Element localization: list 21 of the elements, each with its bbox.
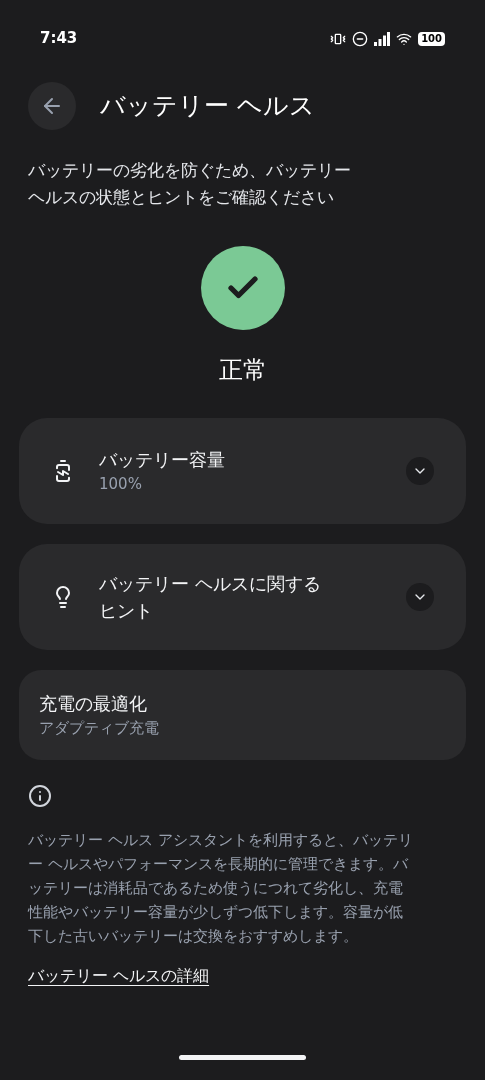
signal-icon	[374, 31, 391, 46]
do-not-disturb-icon	[352, 30, 369, 47]
back-button[interactable]	[28, 82, 76, 130]
card-title: 充電の最適化	[39, 692, 148, 717]
card-title: バッテリー容量	[99, 448, 226, 473]
page-title: バッテリー ヘルス	[100, 90, 315, 123]
card-subtitle: アダプティブ充電	[39, 718, 160, 740]
card-subtitle: 100%	[99, 474, 143, 496]
card-title: バッテリー ヘルスに関するヒント	[99, 572, 322, 623]
expand-button[interactable]	[406, 583, 434, 611]
status-time: 7:43	[40, 28, 78, 50]
details-link[interactable]: バッテリー ヘルスの詳細	[28, 964, 210, 988]
description: バッテリーの劣化を防ぐため、バッテリーヘルスの状態とヒントをご確認ください	[28, 159, 352, 209]
settings-card[interactable]: 充電の最適化 アダプティブ充電	[19, 670, 466, 760]
status-label: 正常	[218, 355, 267, 386]
expandable-card[interactable]: バッテリー容量 100%	[19, 418, 466, 524]
info-text: バッテリー ヘルス アシスタントを利用すると、バッテリー ヘルスやパフォーマンスを長期的に管理できます。バッテリーは消耗品であるため使うにつれて劣化し、充電性能やバッテリー容量が少しずつ低下します。容量が低下した古いバッテリーは交換をおすすめします。	[28, 830, 413, 947]
expand-button[interactable]	[406, 457, 434, 485]
expandable-card[interactable]: バッテリー ヘルスに関するヒント	[19, 544, 466, 650]
battery-indicator: 100	[418, 31, 445, 46]
info-icon	[28, 784, 52, 808]
